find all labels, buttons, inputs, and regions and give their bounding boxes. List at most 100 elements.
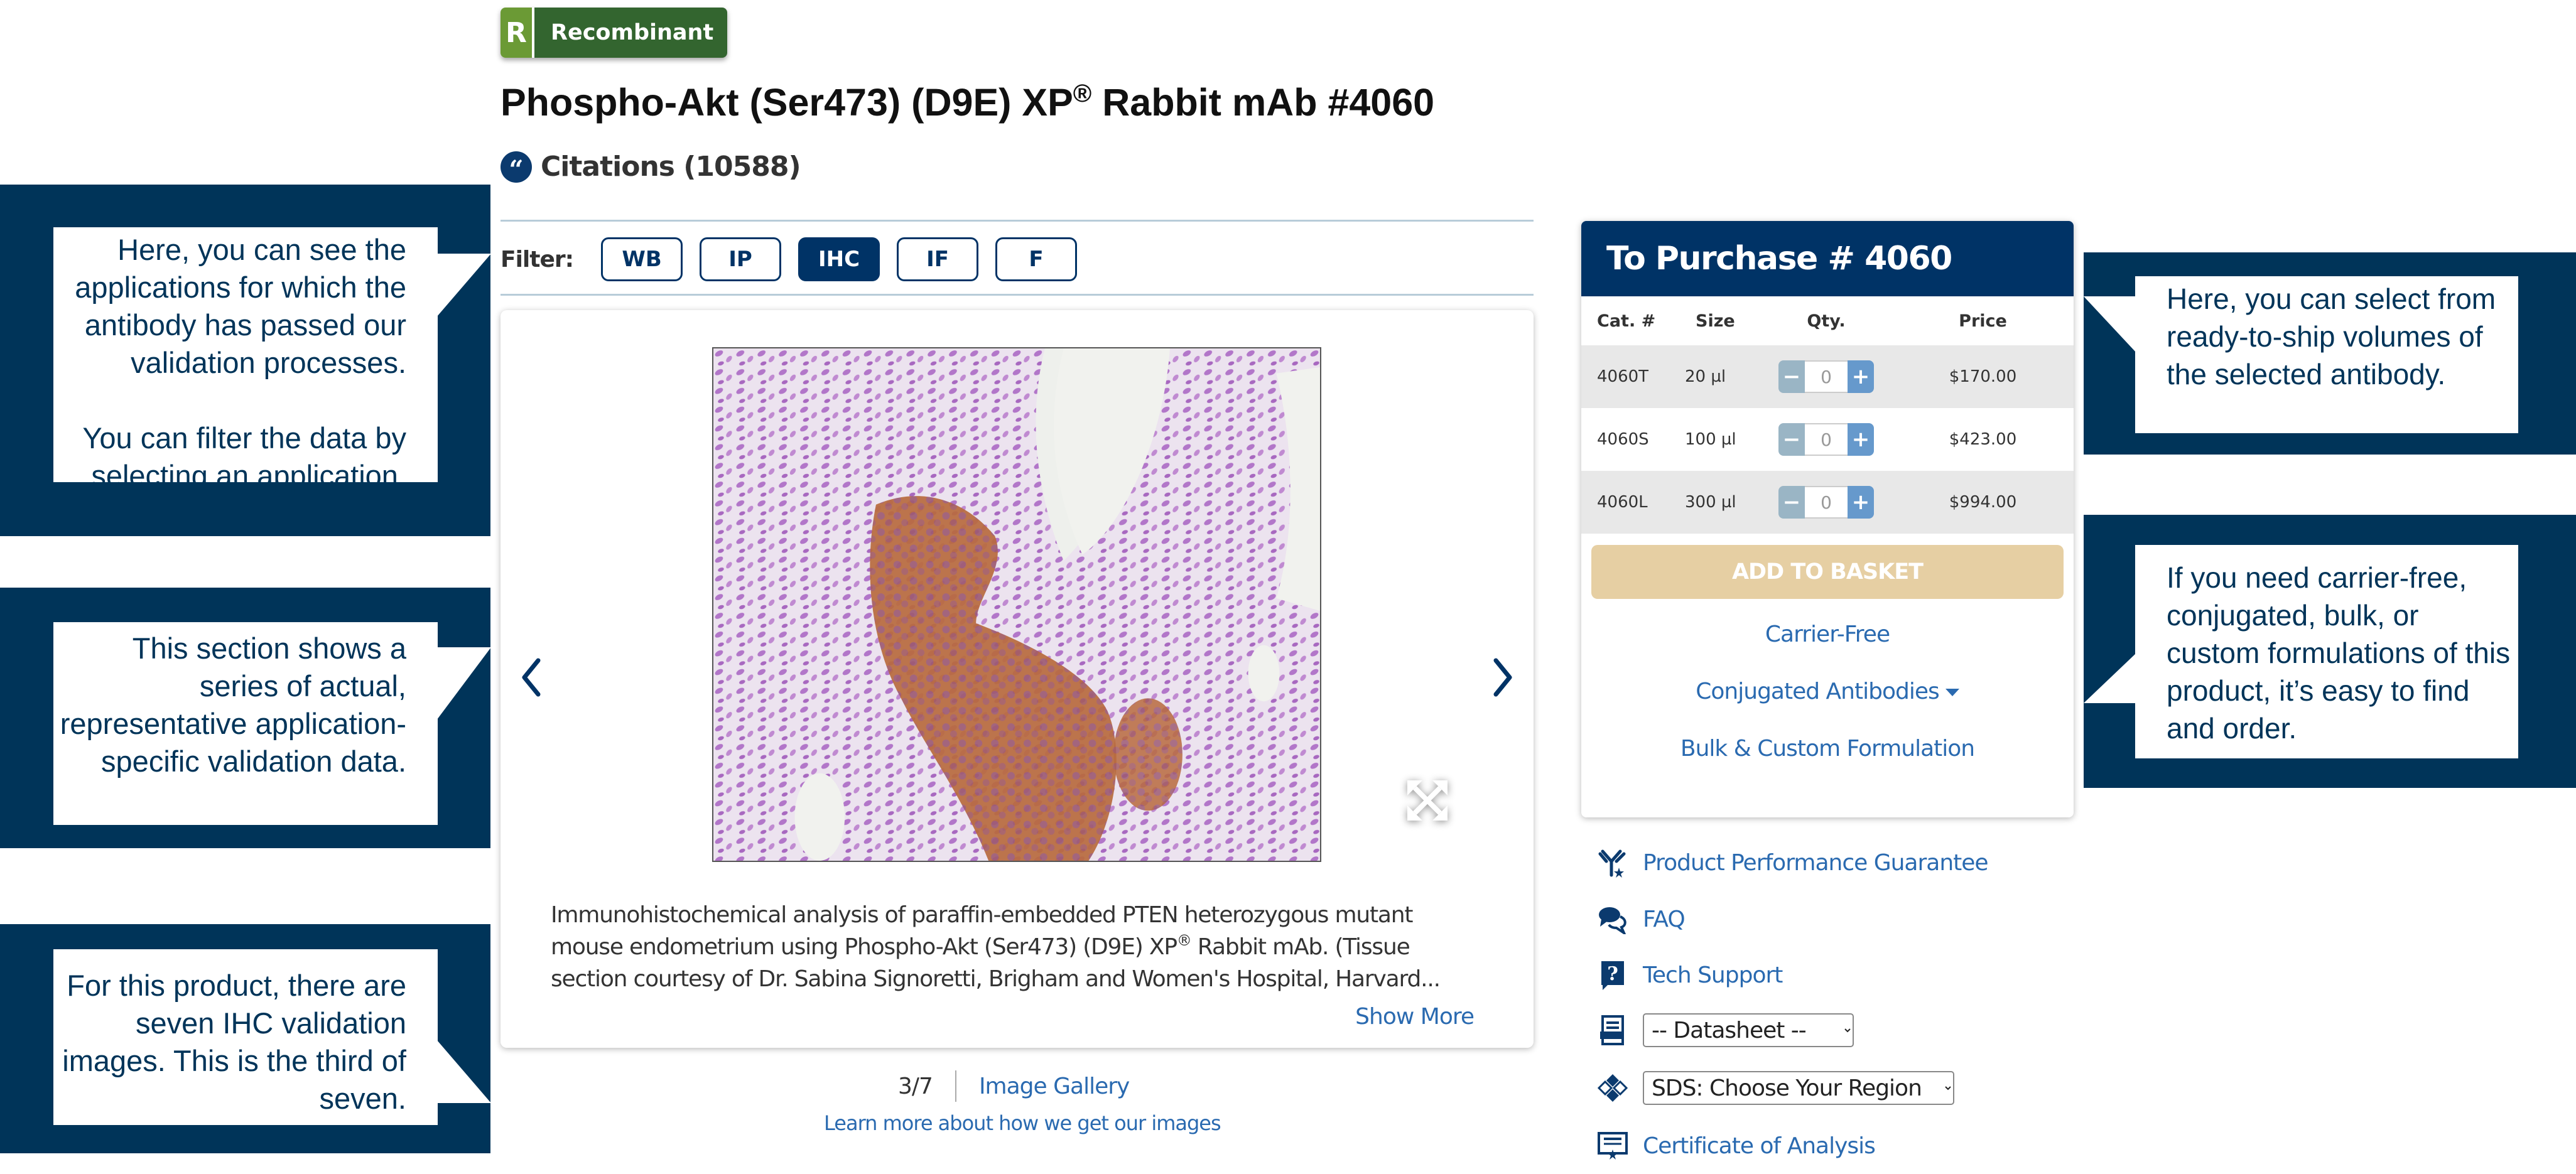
antibody-icon xyxy=(1595,845,1630,880)
conjugated-antibodies-dropdown[interactable]: Conjugated Antibodies xyxy=(1581,679,2074,704)
divider xyxy=(501,294,1534,296)
callout-formulations: If you need carrier-free, conjugated, bu… xyxy=(2084,515,2576,788)
quantity-input[interactable] xyxy=(1805,423,1848,456)
prev-image-button[interactable] xyxy=(513,646,551,709)
expand-image-button[interactable] xyxy=(1405,778,1450,823)
ihc-validation-image[interactable] xyxy=(712,347,1321,862)
cat-number: 4060S xyxy=(1597,430,1649,449)
chevron-left-icon xyxy=(522,658,541,697)
citations-link[interactable]: “ Citations (10588) xyxy=(501,151,801,183)
filter-ip[interactable]: IP xyxy=(700,237,782,281)
quantity-stepper: − + xyxy=(1778,486,1874,519)
increment-button[interactable]: + xyxy=(1848,423,1874,456)
decrement-button[interactable]: − xyxy=(1778,423,1805,456)
faq-link[interactable]: FAQ xyxy=(1643,907,1686,932)
size: 100 µl xyxy=(1685,430,1736,449)
question-icon: ? xyxy=(1595,957,1630,993)
image-caption: Immunohistochemical analysis of paraffin… xyxy=(551,899,1480,995)
image-gallery-link[interactable]: Image Gallery xyxy=(979,1074,1130,1099)
callout-applications-text: Here, you can see the applications for w… xyxy=(75,233,406,379)
increment-button[interactable]: + xyxy=(1848,486,1874,519)
product-guarantee-link[interactable]: Product Performance Guarantee xyxy=(1643,850,1989,876)
price: $994.00 xyxy=(1949,493,2017,512)
registered-mark: ® xyxy=(1073,80,1092,107)
bulk-custom-link[interactable]: Bulk & Custom Formulation xyxy=(1581,736,2074,762)
datasheet-row: -- Datasheet -- xyxy=(1595,1013,1854,1048)
image-pager: 3/7 Image Gallery xyxy=(898,1070,1130,1102)
application-filter: Filter: WB IP IHC IF F xyxy=(501,237,1094,281)
size: 20 µl xyxy=(1685,367,1726,386)
carrier-free-label: Carrier-Free xyxy=(1765,622,1890,647)
callout-text-box: Here, you can see the applications for w… xyxy=(53,227,438,492)
price: $423.00 xyxy=(1949,430,2017,449)
column-price: Price xyxy=(1959,311,2007,331)
callout-image-count: For this product, there are seven IHC va… xyxy=(0,924,491,1153)
sds-region-select[interactable]: SDS: Choose Your Region xyxy=(1643,1071,1954,1105)
callout-pointer xyxy=(437,647,491,719)
decrement-button[interactable]: − xyxy=(1778,360,1805,393)
certificate-of-analysis-link[interactable]: Certificate of Analysis xyxy=(1643,1133,1876,1159)
quantity-input[interactable] xyxy=(1805,486,1848,519)
add-to-basket-button[interactable]: ADD TO BASKET xyxy=(1591,545,2064,599)
callout-filter-text: You can filter the data by selecting an … xyxy=(82,421,406,492)
expand-icon xyxy=(1407,780,1448,821)
coa-row: Certificate of Analysis xyxy=(1595,1128,1876,1163)
callout-formulations-text: If you need carrier-free, conjugated, bu… xyxy=(2135,545,2518,758)
chat-bubbles-icon xyxy=(1595,902,1630,937)
purchase-panel: To Purchase # 4060 Cat. # Size Qty. Pric… xyxy=(1581,221,2074,817)
product-title: Phospho-Akt (Ser473) (D9E) XP® Rabbit mA… xyxy=(501,80,1434,124)
quantity-stepper: − + xyxy=(1778,360,1874,393)
filter-label: Filter: xyxy=(501,246,574,272)
price: $170.00 xyxy=(1949,367,2017,386)
datasheet-icon xyxy=(1595,1013,1630,1048)
filter-f[interactable]: F xyxy=(995,237,1078,281)
callout-pointer xyxy=(437,1040,491,1103)
tech-support-row: ? Tech Support xyxy=(1595,957,1783,993)
column-cat: Cat. # xyxy=(1597,311,1656,331)
quote-icon: “ xyxy=(501,151,532,183)
title-tail: Rabbit mAb #4060 xyxy=(1091,81,1435,124)
column-size: Size xyxy=(1696,311,1735,331)
callout-pointer xyxy=(437,254,491,316)
decrement-button[interactable]: − xyxy=(1778,486,1805,519)
quantity-stepper: − + xyxy=(1778,423,1874,456)
callout-applications: Here, you can see the applications for w… xyxy=(0,185,491,536)
callout-volumes: Here, you can select from ready-to-ship … xyxy=(2084,252,2576,455)
next-image-button[interactable] xyxy=(1483,646,1521,709)
cat-number: 4060T xyxy=(1597,367,1649,386)
show-more-link[interactable]: Show More xyxy=(1355,1004,1475,1030)
bulk-label: Bulk & Custom Formulation xyxy=(1680,736,1975,762)
increment-button[interactable]: + xyxy=(1848,360,1874,393)
quantity-input[interactable] xyxy=(1805,360,1848,393)
datasheet-select[interactable]: -- Datasheet -- xyxy=(1643,1013,1854,1047)
caret-down-icon xyxy=(1945,689,1959,696)
size-table: Cat. # Size Qty. Price 4060T 20 µl − + $… xyxy=(1581,296,2074,534)
filter-wb[interactable]: WB xyxy=(601,237,683,281)
certificate-icon xyxy=(1595,1128,1630,1163)
callout-count-text: For this product, there are seven IHC va… xyxy=(53,949,438,1125)
tech-support-link[interactable]: Tech Support xyxy=(1643,962,1783,988)
recombinant-badge: R Recombinant xyxy=(501,8,728,58)
callout-pointer xyxy=(2084,296,2136,353)
filter-ihc[interactable]: IHC xyxy=(798,237,880,281)
filter-if[interactable]: IF xyxy=(897,237,979,281)
svg-text:?: ? xyxy=(1607,963,1618,985)
callout-validation-data: This section shows a series of actual, r… xyxy=(0,588,491,848)
callout-pointer xyxy=(2084,653,2136,703)
citations-label: Citations (10588) xyxy=(541,151,801,183)
table-header: Cat. # Size Qty. Price xyxy=(1581,296,2074,345)
recombinant-letter: R xyxy=(501,8,534,58)
tissue-micrograph xyxy=(713,348,1320,861)
registered-mark: ® xyxy=(1176,932,1192,949)
table-body: 4060T 20 µl − + $170.00 4060S 100 µl − +… xyxy=(1581,345,2074,534)
guarantee-row: Product Performance Guarantee xyxy=(1595,845,1989,880)
title-main: Phospho-Akt (Ser473) (D9E) XP xyxy=(501,81,1073,124)
image-carousel: Immunohistochemical analysis of paraffin… xyxy=(501,310,1534,1048)
learn-more-images-link[interactable]: Learn more about how we get our images xyxy=(824,1111,1221,1135)
table-row: 4060T 20 µl − + $170.00 xyxy=(1581,345,2074,408)
divider xyxy=(955,1070,956,1102)
recombinant-label: Recombinant xyxy=(534,8,728,58)
callout-validation-text: This section shows a series of actual, r… xyxy=(53,622,438,825)
carrier-free-link[interactable]: Carrier-Free xyxy=(1581,622,2074,647)
table-row: 4060S 100 µl − + $423.00 xyxy=(1581,408,2074,471)
